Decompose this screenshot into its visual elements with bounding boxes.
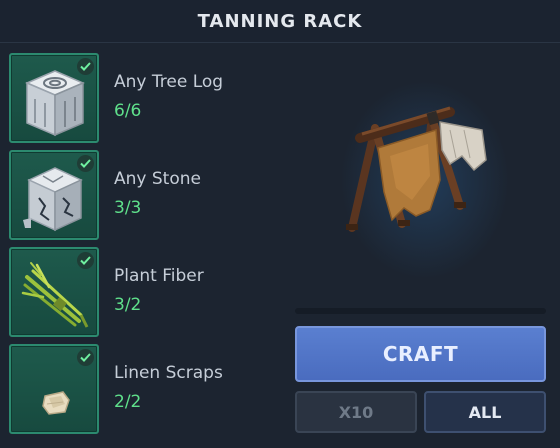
craft-progress-bar bbox=[295, 308, 546, 314]
ingredient-count: 2/2 bbox=[114, 392, 142, 412]
craft-button[interactable]: CRAFT bbox=[295, 326, 546, 382]
requirement-plant-fiber: Plant Fiber 3/2 bbox=[9, 247, 249, 337]
requirement-stone: Any Stone 3/3 bbox=[9, 150, 249, 240]
ingredient-slot[interactable] bbox=[9, 150, 99, 240]
check-icon bbox=[77, 349, 94, 366]
check-icon bbox=[77, 58, 94, 75]
craft-x10-button[interactable]: X10 bbox=[295, 391, 417, 433]
check-icon bbox=[77, 155, 94, 172]
requirement-linen-scraps: Linen Scraps 2/2 bbox=[9, 344, 249, 434]
ingredient-name: Any Stone bbox=[114, 169, 201, 189]
ingredient-count: 6/6 bbox=[114, 101, 142, 121]
tanning-rack-icon bbox=[346, 106, 487, 232]
ingredient-name: Plant Fiber bbox=[114, 266, 204, 286]
ingredient-slot[interactable] bbox=[9, 344, 99, 434]
ingredient-slot[interactable] bbox=[9, 53, 99, 143]
ingredient-slot[interactable] bbox=[9, 247, 99, 337]
ingredient-name: Linen Scraps bbox=[114, 363, 223, 383]
page-title: TANNING RACK bbox=[197, 10, 363, 32]
header-bar: TANNING RACK bbox=[0, 0, 560, 43]
check-icon bbox=[77, 252, 94, 269]
ingredient-count: 3/3 bbox=[114, 198, 142, 218]
requirement-tree-log: Any Tree Log 6/6 bbox=[9, 53, 249, 143]
item-preview bbox=[300, 60, 545, 300]
ingredient-count: 3/2 bbox=[114, 295, 142, 315]
craft-all-button[interactable]: ALL bbox=[424, 391, 546, 433]
ingredient-name: Any Tree Log bbox=[114, 72, 224, 92]
